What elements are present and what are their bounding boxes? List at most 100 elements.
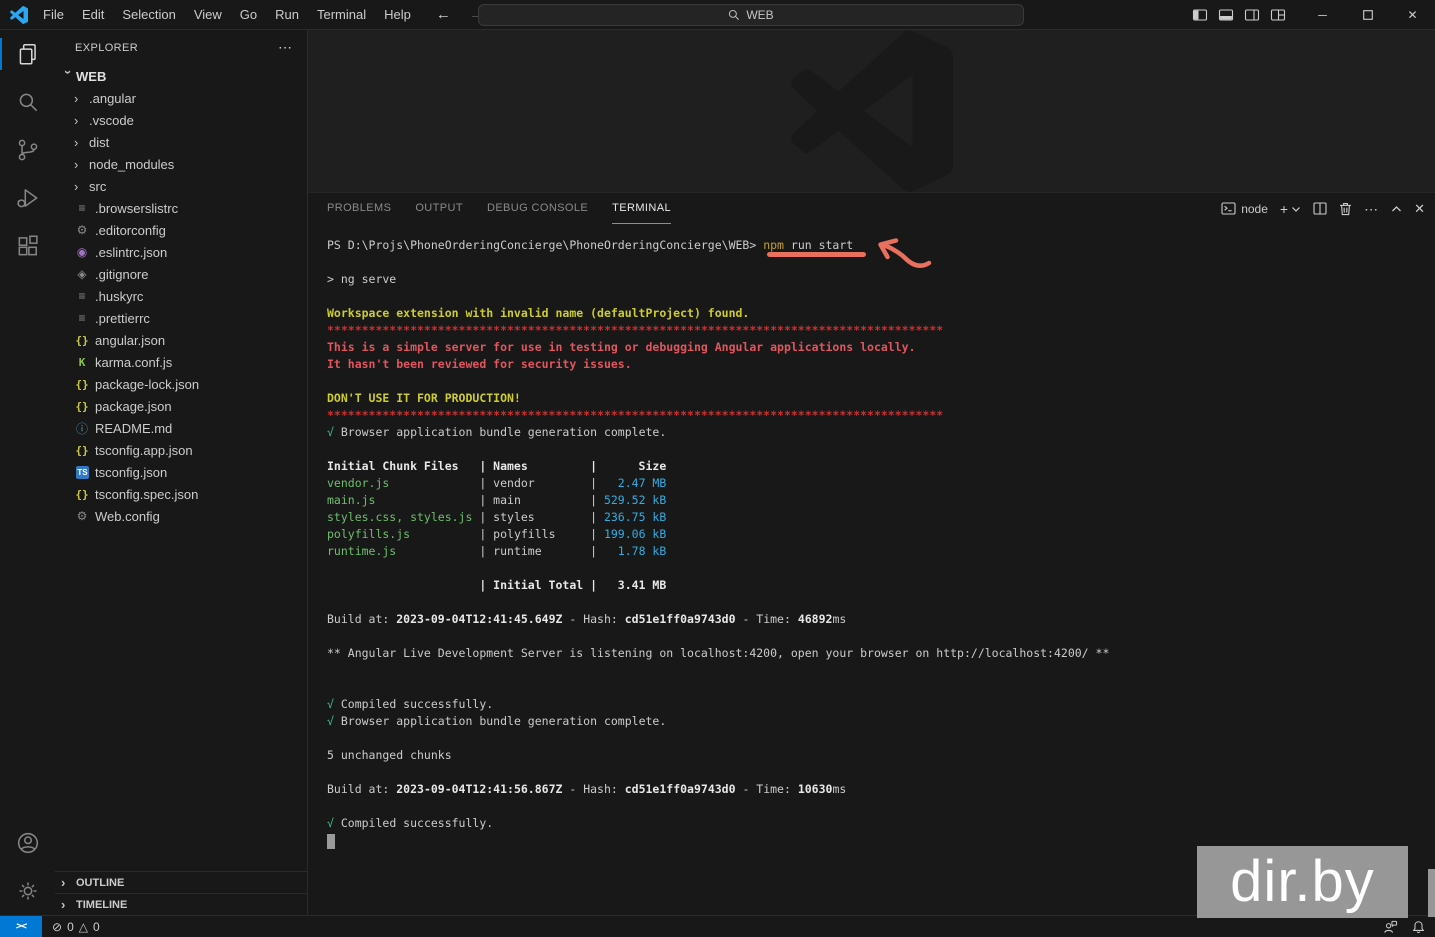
back-arrow-icon[interactable]: ← — [436, 6, 451, 23]
feedback-icon[interactable] — [1383, 920, 1398, 934]
kill-terminal-trash-icon[interactable] — [1339, 202, 1352, 216]
json-file-icon: {} — [75, 487, 89, 501]
tree-item-web-config[interactable]: ⚙ Web.config — [55, 505, 307, 527]
activity-extensions[interactable] — [0, 222, 55, 270]
menu-edit[interactable]: Edit — [73, 0, 113, 29]
tree-item-package-lock-json[interactable]: {} package-lock.json — [55, 373, 307, 395]
vscode-watermark-icon — [790, 30, 953, 192]
command-center-search[interactable]: WEB — [478, 4, 1024, 26]
search-icon — [729, 9, 740, 20]
activity-settings[interactable] — [0, 867, 55, 915]
tree-item-node-modules[interactable]: › node_modules — [55, 153, 307, 175]
tree-item-angular-json[interactable]: {} angular.json — [55, 329, 307, 351]
json-file-icon: {} — [75, 377, 89, 391]
bottom-panel: PROBLEMS OUTPUT DEBUG CONSOLE TERMINAL node… — [308, 192, 1435, 915]
tree-root-web[interactable]: › WEB — [55, 65, 307, 87]
explorer-more-actions-icon[interactable]: ⋯ — [278, 39, 293, 56]
activity-run-debug[interactable] — [0, 174, 55, 222]
tree-item-tsconfig-json[interactable]: TS tsconfig.json — [55, 461, 307, 483]
account-icon — [17, 832, 38, 854]
section-outline[interactable]: › OUTLINE — [55, 871, 307, 893]
toggle-panel-icon[interactable] — [1218, 7, 1234, 23]
activity-source-control[interactable] — [0, 126, 55, 174]
terminal-line: √ Browser application bundle generation … — [327, 425, 667, 439]
tree-item-package-json[interactable]: {} package.json — [55, 395, 307, 417]
tree-item--editorconfig[interactable]: ⚙ .editorconfig — [55, 219, 307, 241]
tree-item--vscode[interactable]: › .vscode — [55, 109, 307, 131]
new-terminal-icon[interactable]: + — [1280, 202, 1288, 216]
file-tree: › .angular › .vscode › dist › node_modules › src ≡… — [55, 87, 307, 527]
file-label: .vscode — [89, 112, 134, 128]
tab-debug-console[interactable]: DEBUG CONSOLE — [487, 193, 588, 224]
terminal-line: Initial Chunk Files | Names | Size — [327, 459, 667, 473]
toggle-primary-sidebar-icon[interactable] — [1192, 7, 1208, 23]
menu-go[interactable]: Go — [231, 0, 266, 29]
tree-item-readme-md[interactable]: ⓘ README.md — [55, 417, 307, 439]
karma-file-icon: K — [78, 355, 86, 369]
menu-run[interactable]: Run — [266, 0, 308, 29]
chevron-down-icon[interactable] — [1291, 205, 1301, 213]
menu-help[interactable]: Help — [375, 0, 420, 29]
activity-search[interactable] — [0, 78, 55, 126]
tree-item--angular[interactable]: › .angular — [55, 87, 307, 109]
menu-view[interactable]: View — [185, 0, 231, 29]
chevron-right-icon: › — [74, 112, 79, 128]
tree-item--prettierrc[interactable]: ≡ .prettierrc — [55, 307, 307, 329]
sidebar-sections: › OUTLINE › TIMELINE — [55, 871, 307, 915]
tree-item-karma-conf-js[interactable]: Kkarma.conf.js — [55, 351, 307, 373]
list-file-icon: ≡ — [78, 311, 86, 325]
problems-status[interactable]: ⊘ 0 △ 0 — [52, 920, 100, 934]
command-center-label: WEB — [746, 8, 774, 22]
tree-item--browserslistrc[interactable]: ≡ .browserslistrc — [55, 197, 307, 219]
more-actions-icon[interactable]: ⋯ — [1364, 202, 1379, 216]
tree-item--eslintrc-json[interactable]: ◉ .eslintrc.json — [55, 241, 307, 263]
tree-item-tsconfig-spec-json[interactable]: {} tsconfig.spec.json — [55, 483, 307, 505]
terminal-line: √ Compiled successfully. — [327, 816, 494, 830]
tree-item--gitignore[interactable]: ◈ .gitignore — [55, 263, 307, 285]
readme-file-icon: ⓘ — [75, 421, 88, 436]
terminal-instance-node[interactable]: node — [1221, 202, 1268, 216]
error-circle-icon: ⊘ — [52, 919, 63, 934]
tree-item-dist[interactable]: › dist — [55, 131, 307, 153]
tree-item-src[interactable]: › src — [55, 175, 307, 197]
activity-account[interactable] — [0, 819, 55, 867]
menu-terminal[interactable]: Terminal — [308, 0, 375, 29]
file-label: .eslintrc.json — [95, 244, 168, 260]
minimize-button[interactable]: ─ — [1300, 0, 1345, 30]
activity-bar — [0, 30, 55, 915]
terminal-line: √ Compiled successfully. — [327, 697, 494, 711]
remote-indicator[interactable]: >< — [0, 915, 42, 937]
tree-item--huskyrc[interactable]: ≡ .huskyrc — [55, 285, 307, 307]
file-label: .gitignore — [95, 266, 149, 282]
search-icon — [19, 93, 37, 112]
menu-selection[interactable]: Selection — [113, 0, 184, 29]
file-label: .editorconfig — [95, 222, 166, 238]
terminal-line: main.js | main | 529.52 kB — [327, 493, 667, 507]
layout-controls — [1192, 7, 1286, 23]
terminal-output[interactable]: PS D:\Projs\PhoneOrderingConcierge\Phone… — [308, 224, 1435, 915]
maximize-button[interactable] — [1345, 0, 1390, 30]
explorer-header: EXPLORER ⋯ — [55, 30, 307, 65]
activity-explorer[interactable] — [0, 30, 55, 78]
maximize-panel-chevron-up-icon[interactable] — [1391, 205, 1402, 213]
terminal-line: ****************************************… — [327, 408, 944, 422]
close-panel-icon[interactable]: ✕ — [1414, 202, 1425, 215]
tree-item-tsconfig-app-json[interactable]: {} tsconfig.app.json — [55, 439, 307, 461]
menu-file[interactable]: File — [34, 0, 73, 29]
bell-icon[interactable] — [1412, 920, 1425, 934]
toggle-secondary-sidebar-icon[interactable] — [1244, 7, 1260, 23]
close-window-button[interactable]: ✕ — [1390, 0, 1435, 30]
section-timeline[interactable]: › TIMELINE — [55, 893, 307, 915]
customize-layout-icon[interactable] — [1270, 7, 1286, 23]
tab-terminal[interactable]: TERMINAL — [612, 193, 671, 224]
file-label: README.md — [95, 420, 173, 436]
tab-problems[interactable]: PROBLEMS — [327, 193, 391, 224]
file-label: .browserslistrc — [95, 200, 179, 216]
tab-output[interactable]: OUTPUT — [415, 193, 463, 224]
panel-actions: node + ⋯ ✕ — [1221, 193, 1425, 224]
split-terminal-icon[interactable] — [1313, 202, 1327, 215]
